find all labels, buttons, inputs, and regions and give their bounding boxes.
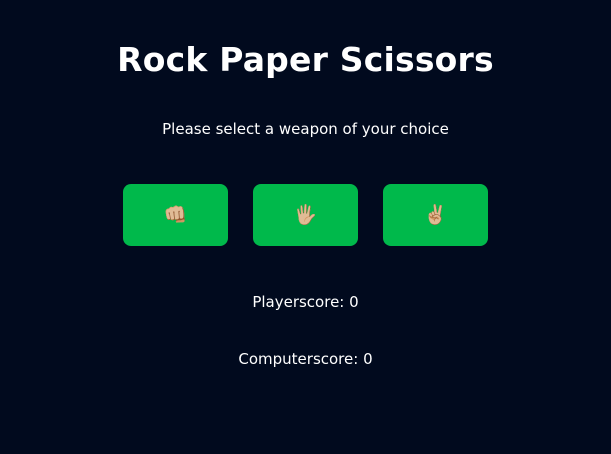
page-title: Rock Paper Scissors: [117, 40, 494, 79]
rock-button[interactable]: 👊🏼: [123, 184, 228, 246]
paper-button[interactable]: 🖐🏼: [253, 184, 358, 246]
scissors-button[interactable]: ✌🏼: [383, 184, 488, 246]
instruction-text: Please select a weapon of your choice: [162, 120, 449, 138]
weapon-buttons: 👊🏼 🖐🏼 ✌🏼: [123, 184, 488, 246]
victory-hand-icon: ✌🏼: [423, 205, 448, 226]
fist-icon: 👊🏼: [163, 205, 188, 226]
computer-score: Computerscore: 0: [238, 350, 373, 368]
raised-hand-icon: 🖐🏼: [293, 205, 318, 226]
player-score: Playerscore: 0: [252, 293, 359, 311]
